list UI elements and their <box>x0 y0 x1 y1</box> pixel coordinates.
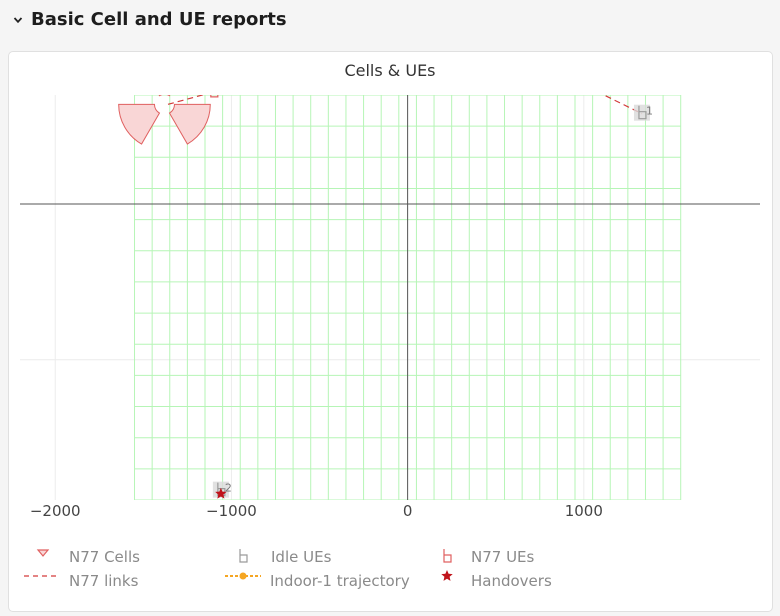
cell-sector <box>118 103 161 145</box>
legend-item[interactable]: N77 Cells <box>36 548 140 566</box>
legend-label: N77 links <box>69 572 139 590</box>
n77-ue-marker <box>210 95 219 98</box>
legend-n77-ue-icon <box>443 549 452 563</box>
legend-item[interactable]: Idle UEs <box>239 548 332 566</box>
legend-item[interactable]: N77 UEs <box>443 548 535 566</box>
cells-ues-chart: Cells & UEs 1 1 2 −2000 −1000 0 1000 N77 Cell… <box>20 0 760 590</box>
legend-item[interactable]: Indoor-1 trajectory <box>225 572 410 590</box>
legend-label: N77 UEs <box>471 548 535 566</box>
legend-label: Handovers <box>471 572 552 590</box>
legend-label: Idle UEs <box>271 548 332 566</box>
n77-link <box>167 95 205 105</box>
cell-sector <box>476 30 522 74</box>
legend-item[interactable]: Handovers <box>441 570 552 590</box>
legend-idle-ue-icon <box>239 549 248 563</box>
n77-link <box>602 95 643 115</box>
x-tick-label: 1000 <box>565 502 603 520</box>
legend-label: N77 Cells <box>69 548 140 566</box>
x-tick-label: −1000 <box>206 502 257 520</box>
legend-item[interactable]: N77 links <box>24 572 139 590</box>
legend-handover-icon <box>441 570 453 581</box>
n77-ue-marker <box>479 22 486 35</box>
ue-label: 2 <box>225 482 232 495</box>
chart-title: Cells & UEs <box>344 61 435 80</box>
ue-label: 1 <box>486 21 493 34</box>
cell-sector <box>446 0 497 21</box>
legend-trajectory-dot <box>239 572 247 580</box>
ue-label: 1 <box>646 105 653 118</box>
cell-sector <box>168 103 211 145</box>
legend-label: Indoor-1 trajectory <box>270 572 410 590</box>
x-tick-label: 0 <box>403 502 413 520</box>
cell-sector <box>158 95 171 97</box>
x-tick-label: −2000 <box>30 502 81 520</box>
legend-cell-icon <box>36 549 50 557</box>
